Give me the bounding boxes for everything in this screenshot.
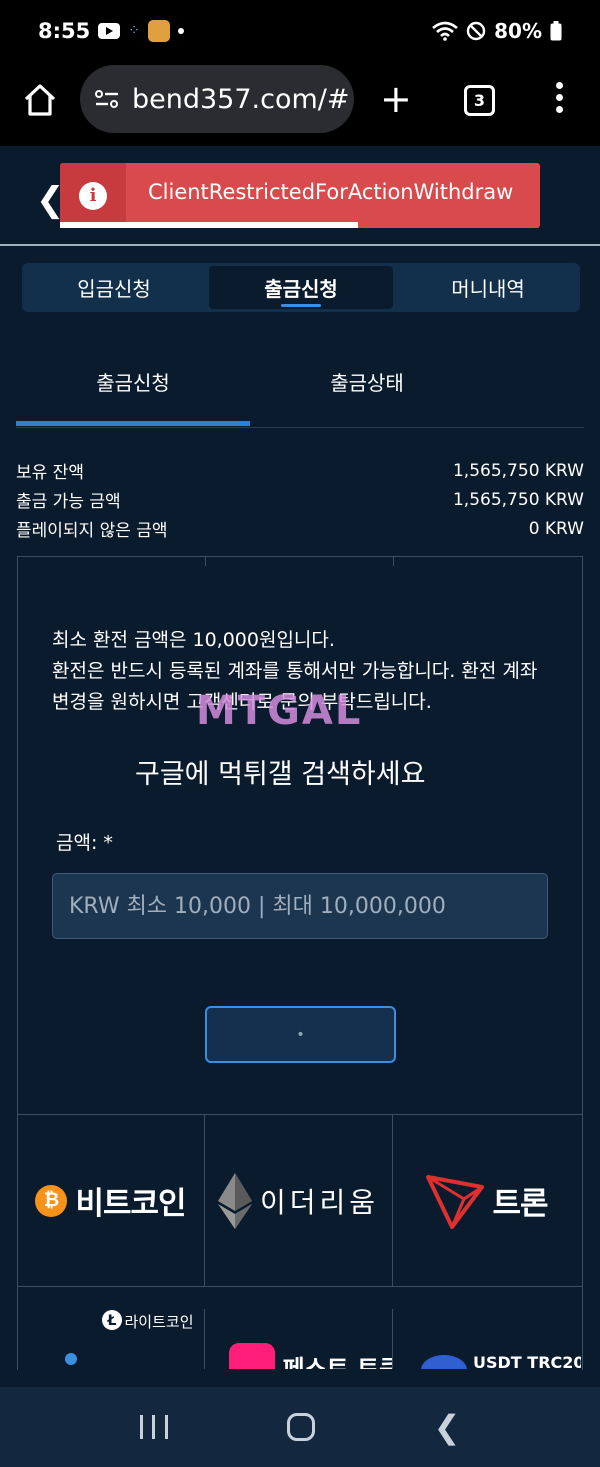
litecoin-icon: Ł xyxy=(101,1310,122,1330)
app-dots-icon: ⁘ xyxy=(128,23,140,39)
tab-withdraw[interactable]: 출금신청 xyxy=(209,266,393,309)
do-not-disturb-icon xyxy=(466,21,486,41)
coin-row: Ł 라이트코인 페스트 토큰 USDT TRC20 xyxy=(17,1287,583,1369)
crypto-method-grid: ₿ 비트코인 이더리움 트론 Ł 라이트코인 페스트 토큰 USDT TRC20 xyxy=(17,1114,583,1369)
ethereum-icon xyxy=(217,1172,252,1229)
recent-apps-icon[interactable] xyxy=(139,1415,168,1439)
address-bar[interactable]: bend357.com/# xyxy=(80,65,354,133)
battery-percent: 80% xyxy=(494,19,542,43)
coin-label: 이더리움 xyxy=(259,1185,380,1219)
browser-toolbar: bend357.com/# + 3 xyxy=(0,62,600,146)
coin-usdt[interactable]: USDT TRC20 xyxy=(393,1309,581,1369)
amount-label: 금액: * xyxy=(56,832,113,854)
withdrawable-row: 출금 가능 금액 1,565,750 KRW xyxy=(16,485,584,514)
coin-label: 트론 xyxy=(492,1186,548,1222)
coin-litecoin[interactable]: Ł 라이트코인 xyxy=(17,1309,205,1369)
notice-min-amount: 최소 환전 금액은 10,000원입니다. xyxy=(52,629,335,651)
balance-row: 보유 잔액 1,565,750 KRW xyxy=(16,456,584,485)
coin-tron[interactable]: 트론 xyxy=(393,1115,581,1286)
system-nav-bar: ❮ xyxy=(0,1387,600,1467)
home-nav-icon[interactable] xyxy=(286,1413,315,1441)
unplayed-label: 플레이되지 않은 금액 xyxy=(16,521,168,541)
amount-input[interactable] xyxy=(52,873,548,939)
bitcoin-icon: ₿ xyxy=(35,1184,68,1217)
more-notifications-icon xyxy=(177,28,184,34)
fast-token-icon xyxy=(228,1343,275,1369)
youtube-icon xyxy=(98,23,121,39)
app-notification-icon xyxy=(147,20,170,42)
tab-deposit[interactable]: 입금신청 xyxy=(22,263,206,312)
balance-summary: 보유 잔액 1,565,750 KRW 출금 가능 금액 1,565,750 K… xyxy=(16,456,584,543)
watermark-text: 구글에 먹튀갤 검색하세요 xyxy=(135,759,426,790)
sub-tabs: 출금신청 출금상태 xyxy=(16,350,584,428)
info-icon: i xyxy=(79,181,107,210)
new-tab-icon[interactable]: + xyxy=(380,80,412,118)
coin-ethereum[interactable]: 이더리움 xyxy=(205,1115,393,1286)
error-toast[interactable]: i ClientRestrictedForActionWithdraw xyxy=(60,163,540,228)
site-settings-icon[interactable] xyxy=(94,88,120,110)
status-bar: 8:55 ⁘ 80% xyxy=(0,0,600,62)
battery-icon xyxy=(550,21,562,41)
toast-message: ClientRestrictedForActionWithdraw xyxy=(148,180,514,204)
balance-label: 보유 잔액 xyxy=(16,463,84,483)
coin-label: 라이트코인 xyxy=(124,1313,194,1331)
withdrawable-label: 출금 가능 금액 xyxy=(16,492,121,512)
subtab-withdraw-status[interactable]: 출금상태 xyxy=(250,350,484,412)
coin-label: 비트코인 xyxy=(75,1186,186,1222)
coin-label: 페스트 토큰 xyxy=(282,1355,393,1369)
wifi-icon xyxy=(432,21,458,41)
unplayed-value: 0 KRW xyxy=(528,518,584,539)
tab-money-history[interactable]: 머니내역 xyxy=(396,263,580,312)
svg-text:Ł: Ł xyxy=(106,1313,116,1329)
page-header: ❮ i ClientRestrictedForActionWithdraw xyxy=(0,146,600,246)
back-nav-icon[interactable]: ❮ xyxy=(434,1408,461,1446)
withdraw-submit-button[interactable]: • xyxy=(205,1006,396,1063)
coin-bitcoin[interactable]: ₿ 비트코인 xyxy=(17,1115,205,1286)
withdrawable-value: 1,565,750 KRW xyxy=(452,489,584,510)
coin-label: USDT TRC20 xyxy=(473,1353,581,1369)
status-time: 8:55 xyxy=(38,19,91,43)
url-text: bend357.com/# xyxy=(132,83,350,115)
unplayed-row: 플레이되지 않은 금액 0 KRW xyxy=(16,514,584,543)
balance-value: 1,565,750 KRW xyxy=(452,460,584,481)
tab-switcher-button[interactable]: 3 xyxy=(464,85,495,116)
watermark-logo: MTGAL xyxy=(196,688,363,734)
coin-dot-icon xyxy=(64,1353,77,1365)
tron-icon xyxy=(426,1174,485,1229)
more-menu-icon[interactable] xyxy=(552,82,566,113)
usdt-icon xyxy=(421,1355,467,1369)
subtab-withdraw-request[interactable]: 출금신청 xyxy=(16,350,250,426)
coin-fast-token[interactable]: 페스트 토큰 xyxy=(205,1309,393,1369)
toast-icon-box: i xyxy=(60,163,126,228)
panel-top-border xyxy=(17,556,583,566)
main-tabs: 입금신청 출금신청 머니내역 xyxy=(22,263,580,312)
coin-row: ₿ 비트코인 이더리움 트론 xyxy=(17,1115,583,1287)
toast-progress-bar xyxy=(60,222,358,228)
home-icon[interactable] xyxy=(22,82,58,118)
